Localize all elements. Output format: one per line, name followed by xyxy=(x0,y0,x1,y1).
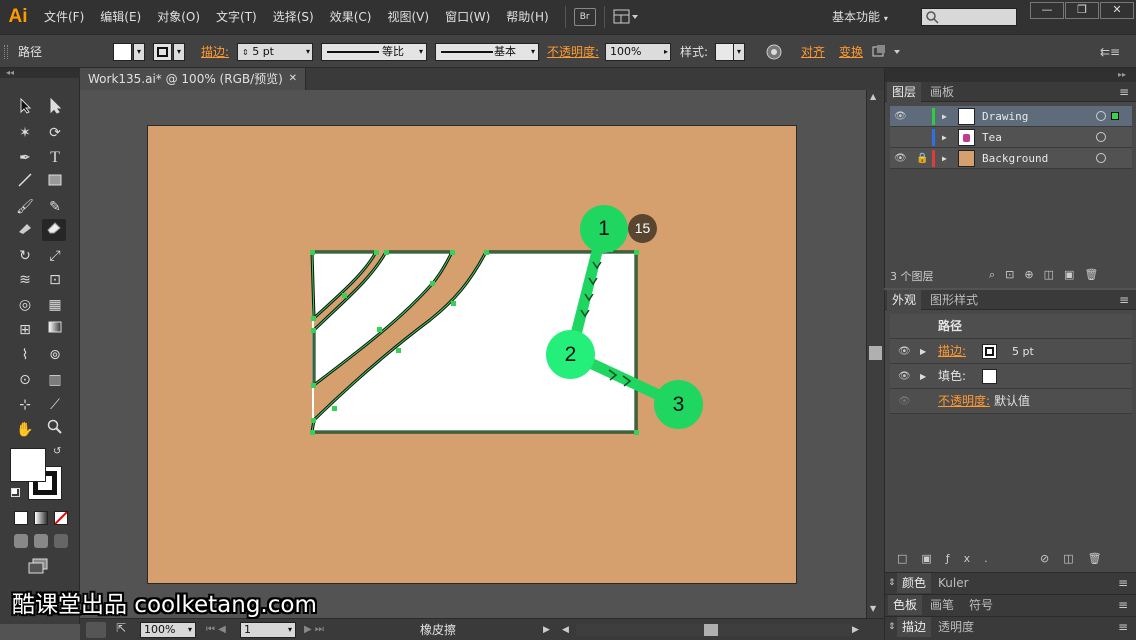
visibility-eye-icon[interactable]: 👁 xyxy=(898,389,911,414)
first-artboard-icon[interactable]: ⏮ ◀ xyxy=(206,619,226,640)
tab-symbols[interactable]: 符号 xyxy=(964,595,998,615)
step-count-badge: 15 xyxy=(628,214,657,243)
appearance-header: 路径 xyxy=(890,314,1132,339)
layer-row-drawing[interactable]: 👁 ▶ Drawing xyxy=(890,106,1132,127)
next-artboard-icon[interactable]: ▶ ⏭ xyxy=(304,619,324,640)
layer-row-background[interactable]: 👁 🔒 ▶ Background xyxy=(890,148,1132,169)
vertical-scrollbar[interactable]: ▲ ▼ xyxy=(866,90,884,618)
right-dock-header[interactable]: ▸▸ xyxy=(884,68,1136,82)
color-panel-group[interactable]: ⇕ 颜色 Kuler ≡ xyxy=(884,572,1136,594)
layer-color-indicator xyxy=(932,129,935,146)
horizontal-scroll-thumb[interactable] xyxy=(704,624,718,636)
fill-color-swatch[interactable] xyxy=(982,369,997,384)
appearance-fill-row[interactable]: 👁 ▶ 填色: xyxy=(890,364,1132,389)
stroke-color-swatch[interactable] xyxy=(982,344,997,359)
opacity-link[interactable]: 不透明度: xyxy=(938,389,990,414)
layer-name[interactable]: Tea xyxy=(982,127,1002,148)
tab-layers[interactable]: 图层 xyxy=(887,82,922,102)
stroke-panel-group[interactable]: ⇕ 描边 透明度 ≡ xyxy=(884,616,1136,640)
scroll-up-icon[interactable]: ▲ xyxy=(870,92,876,101)
tab-brushes[interactable]: 画笔 xyxy=(925,595,959,615)
layers-panel: 图层 画板 ≡ 👁 ▶ Drawing ▶ Tea 👁 🔒 ▶ Backgrou… xyxy=(884,82,1136,288)
scroll-down-icon[interactable]: ▼ xyxy=(870,604,876,613)
layer-target-icon[interactable] xyxy=(1096,153,1106,163)
swatches-panel-menu-icon[interactable]: ≡ xyxy=(1118,595,1128,615)
status-bar: ⇱ 100% ▾ ⏮ ◀ 1 ▾ ▶ ⏭ 橡皮擦 ▶ ◀ ▶ xyxy=(80,618,884,640)
tab-kuler[interactable]: Kuler xyxy=(933,573,974,593)
artboard-navigator[interactable]: 1 ▾ xyxy=(240,622,296,638)
layer-color-indicator xyxy=(932,150,935,167)
appearance-panel-menu-icon[interactable]: ≡ xyxy=(1119,290,1129,310)
tab-color[interactable]: 颜色 xyxy=(897,573,932,593)
layers-panel-menu-icon[interactable]: ≡ xyxy=(1119,82,1129,102)
layer-row-tea[interactable]: ▶ Tea xyxy=(890,127,1132,148)
current-tool-status: 橡皮擦 xyxy=(420,623,457,637)
visibility-eye-icon[interactable]: 👁 xyxy=(898,364,911,389)
tab-swatches[interactable]: 色板 xyxy=(888,595,923,615)
appearance-panel-tabs: 外观 图形样式 ≡ xyxy=(885,290,1136,310)
status-menu-arrow[interactable]: ▶ xyxy=(543,619,550,640)
tab-appearance[interactable]: 外观 xyxy=(887,290,922,310)
step-marker-3: 3 xyxy=(654,380,703,429)
visibility-eye-icon[interactable]: 👁 xyxy=(898,339,911,364)
tab-graphic-styles[interactable]: 图形样式 xyxy=(925,290,983,310)
swatches-panel-group[interactable]: 色板 画笔 符号 ≡ xyxy=(884,594,1136,616)
layer-thumbnail xyxy=(958,150,975,167)
step-marker-2: 2 xyxy=(546,330,595,379)
expand-arrow-icon[interactable]: ▶ xyxy=(942,106,947,127)
zoom-field[interactable]: 100% ▾ xyxy=(140,622,196,638)
visibility-eye-icon[interactable]: 👁 xyxy=(894,106,907,127)
visibility-eye-icon[interactable]: 👁 xyxy=(894,148,907,169)
layers-list-empty-area xyxy=(890,170,1132,266)
layer-name[interactable]: Background xyxy=(982,148,1048,169)
collapse-icon: ⇕ xyxy=(888,578,896,588)
layer-target-icon[interactable] xyxy=(1096,111,1106,121)
cc-icon[interactable] xyxy=(86,622,106,638)
layer-name[interactable]: Drawing xyxy=(982,106,1028,127)
layer-thumbnail xyxy=(958,108,975,125)
expand-arrow-icon[interactable]: ▶ xyxy=(942,148,947,169)
opacity-value: 默认值 xyxy=(994,394,1031,408)
appearance-panel-actions-right[interactable]: ⊘◫🗑 xyxy=(1040,552,1116,572)
vertical-scroll-thumb[interactable] xyxy=(869,346,882,360)
layer-count-label: 3 个图层 xyxy=(890,270,934,283)
fill-label: 填色: xyxy=(938,369,967,383)
expand-arrow-icon[interactable]: ▶ xyxy=(920,339,926,364)
expand-arrow-icon[interactable]: ▶ xyxy=(920,364,926,389)
collapse-icon: ⇕ xyxy=(888,622,896,632)
lock-icon[interactable]: 🔒 xyxy=(916,148,928,169)
layer-target-icon[interactable] xyxy=(1096,132,1106,142)
appearance-panel: 外观 图形样式 ≡ 路径 👁 ▶ 描边: 5 pt 👁 ▶ 填色: 👁 不透明度… xyxy=(884,290,1136,572)
layer-color-indicator xyxy=(932,108,935,125)
appearance-panel-actions[interactable]: □▣ƒx. xyxy=(897,552,1002,572)
appearance-stroke-row[interactable]: 👁 ▶ 描边: 5 pt xyxy=(890,339,1132,364)
selection-indicator[interactable] xyxy=(1111,112,1119,120)
layers-panel-tabs: 图层 画板 ≡ xyxy=(885,82,1136,102)
stroke-link[interactable]: 描边: xyxy=(938,339,966,364)
stroke-panel-menu-icon[interactable]: ≡ xyxy=(1118,617,1128,637)
tab-stroke[interactable]: 描边 xyxy=(897,617,932,637)
stroke-weight-value[interactable]: 5 pt xyxy=(1012,339,1034,364)
layers-panel-actions[interactable]: ⌕⊡⊕◫▣🗑 xyxy=(989,268,1108,288)
layer-thumbnail xyxy=(958,129,975,146)
step-marker-1: 1 xyxy=(580,205,628,253)
scroll-left-icon[interactable]: ◀ xyxy=(562,619,569,640)
appearance-empty-area xyxy=(890,415,1132,548)
tab-transparency[interactable]: 透明度 xyxy=(933,617,979,637)
watermark: 酷课堂出品 coolketang.com xyxy=(12,592,317,618)
scroll-right-icon[interactable]: ▶ xyxy=(852,619,859,640)
tab-artboards[interactable]: 画板 xyxy=(925,82,959,102)
appearance-opacity-row[interactable]: 👁 不透明度: 默认值 xyxy=(890,389,1132,414)
color-panel-menu-icon[interactable]: ≡ xyxy=(1118,573,1128,593)
expand-arrow-icon[interactable]: ▶ xyxy=(942,127,947,148)
export-icon[interactable]: ⇱ xyxy=(116,621,126,635)
